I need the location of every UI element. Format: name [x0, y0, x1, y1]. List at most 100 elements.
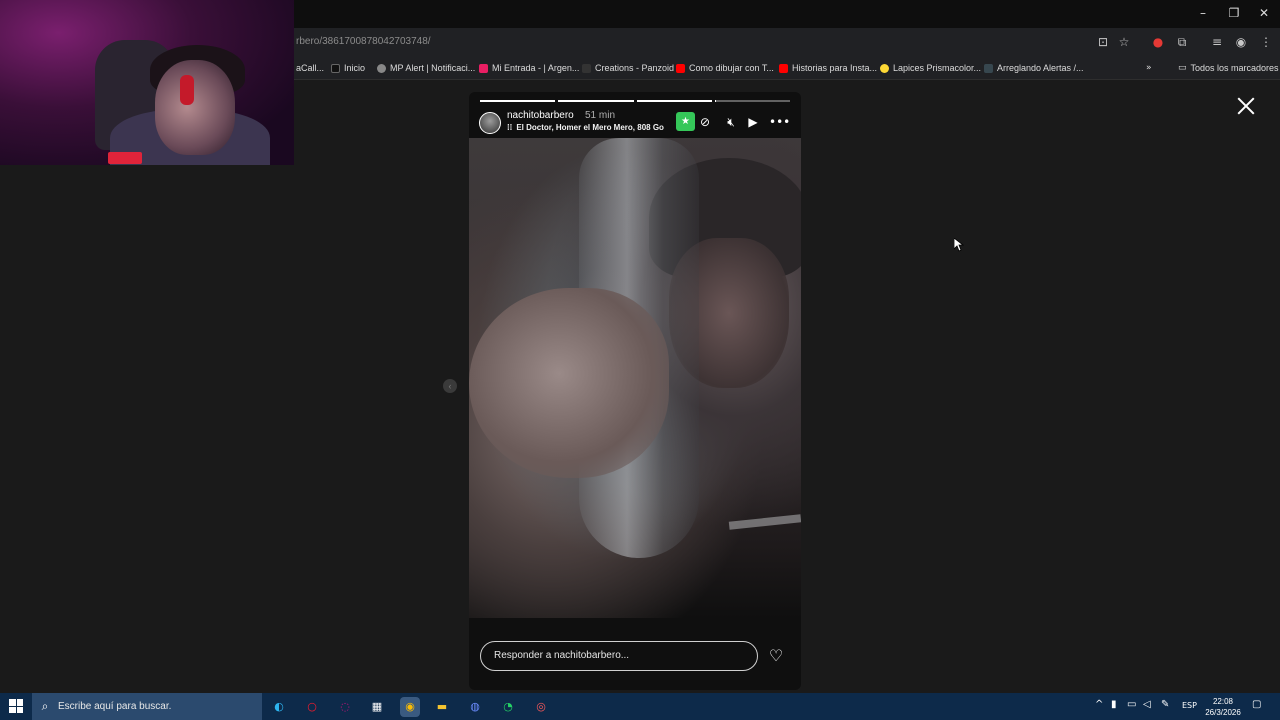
heart-icon[interactable]: ♡ [767, 647, 785, 665]
notifications-icon[interactable]: ▢ [1252, 699, 1261, 710]
screen: – ❐ ✕ rbero/3861700878042703748/ ⊡ ☆ ● ⧉… [0, 0, 1280, 720]
progress-fill [636, 100, 712, 102]
play-icon[interactable]: ▶ [745, 114, 761, 130]
progress-segment [636, 100, 712, 102]
taskbar-search[interactable]: ⌕ Escribe aquí para buscar. [32, 693, 262, 720]
bookmark-label: Como dibujar con T... [689, 63, 774, 73]
tray-overflow-icon[interactable]: ^ [1095, 699, 1103, 710]
file-explorer-icon[interactable]: ▬ [432, 697, 452, 717]
bookmark-item[interactable]: Inicio [331, 61, 365, 75]
ticket-icon [479, 63, 488, 73]
close-story-icon[interactable] [1234, 94, 1258, 118]
windows-start-icon[interactable] [9, 699, 23, 713]
muted-speaker-icon[interactable]: 🔇︎ [723, 114, 739, 130]
story-card[interactable]: nachitobarbero 51 min ⁞⁞ El Doctor, Home… [469, 92, 801, 690]
progress-segment [714, 100, 790, 102]
restore-button[interactable]: ❐ [1219, 4, 1249, 22]
bookmark-label: Creations - Panzoid [595, 63, 675, 73]
search-icon: ⌕ [41, 699, 49, 713]
extensions-icon[interactable]: ⧉ [1174, 34, 1190, 50]
bookmarks-overflow-icon[interactable]: » [1146, 61, 1152, 75]
microphone-icon[interactable]: ▮ [1111, 699, 1117, 710]
store-icon[interactable]: ▦ [367, 697, 387, 717]
progress-fill [558, 100, 634, 102]
more-options-icon[interactable]: ••• [769, 114, 790, 130]
bookmark-item[interactable]: Arreglando Alertas /... [984, 61, 1084, 75]
bookmark-label: Historias para Insta... [792, 63, 878, 73]
captions-off-icon[interactable]: ⊘ [697, 114, 713, 130]
edge-icon[interactable]: ◐ [269, 697, 289, 717]
progress-segment [480, 100, 556, 102]
webcam-headset [180, 75, 194, 105]
network-icon[interactable]: ▭ [1127, 699, 1136, 710]
bookmark-item[interactable]: MP Alert | Notificaci... [377, 61, 475, 75]
close-window-button[interactable]: ✕ [1249, 4, 1279, 22]
previous-story-button[interactable]: ‹ [443, 379, 457, 393]
bookmark-item[interactable]: Historias para Insta... [779, 61, 877, 75]
story-photo-hand [469, 288, 669, 478]
story-photo-stripe [728, 514, 801, 530]
bookmarks-folder[interactable]: ▭ Todos los marcadores [1178, 61, 1279, 75]
url-text[interactable]: rbero/3861700878042703748/ [296, 36, 431, 47]
story-header: nachitobarbero 51 min ⁞⁞ El Doctor, Home… [479, 108, 795, 138]
reply-input[interactable]: Responder a nachitobarbero... [480, 641, 758, 671]
bookmark-item[interactable]: aCall... [296, 61, 324, 75]
bookmark-label: Arreglando Alertas /... [997, 63, 1084, 73]
volume-icon[interactable]: ◁ [1143, 699, 1151, 710]
youtube-icon [779, 63, 788, 73]
bookmark-item[interactable]: Como dibujar con T... [676, 61, 774, 75]
music-bars-icon: ⁞⁞ [507, 123, 513, 132]
webcam-overlay [0, 0, 294, 165]
bookmark-item[interactable]: Lapices Prismacolor... [880, 61, 981, 75]
music-label: El Doctor, Homer el Mero Mero, 808 Go [516, 123, 664, 132]
youtube-icon [676, 63, 685, 73]
clock-date: 26/3/2026 [1205, 708, 1241, 717]
language-indicator[interactable]: ESP [1182, 701, 1197, 710]
whatsapp-icon[interactable]: ◔ [498, 697, 518, 717]
mp-alert-icon [377, 63, 386, 73]
bookmarks-folder-label: Todos los marcadores [1190, 63, 1279, 73]
clock[interactable]: 22:08 26/3/2026 [1202, 696, 1244, 718]
webcam-light [108, 152, 142, 164]
story-time: 51 min [585, 110, 616, 121]
alert-icon [984, 63, 993, 73]
taskbar: ⌕ Escribe aquí para buscar. ◐ ○ ◌ ▦ ◉ ▬ … [0, 693, 1280, 720]
pencil-icon [880, 63, 889, 73]
obs-icon[interactable]: ◎ [531, 697, 551, 717]
folder-icon: ▭ [1178, 63, 1187, 73]
install-app-icon[interactable]: ⊡ [1095, 34, 1111, 50]
avatar[interactable] [479, 112, 501, 134]
minimize-button[interactable]: – [1188, 4, 1218, 22]
search-placeholder: Escribe aquí para buscar. [58, 701, 172, 712]
media-control-icon[interactable]: ≡ [1209, 34, 1225, 50]
profile-avatar-icon[interactable]: ◉ [1233, 34, 1249, 50]
chrome-icon[interactable]: ◉ [400, 697, 420, 717]
story-progress-bar [480, 100, 790, 102]
bookmark-label: Lapices Prismacolor... [893, 63, 982, 73]
progress-segment [558, 100, 634, 102]
scrollbar[interactable] [1272, 81, 1280, 693]
opera-extension-icon[interactable]: ● [1150, 34, 1166, 50]
x-icon [331, 63, 340, 73]
progress-fill [480, 100, 556, 102]
pen-icon[interactable]: ✎ [1161, 699, 1169, 710]
bookmark-item[interactable]: Mi Entrada - | Argen... [479, 61, 579, 75]
bookmark-item[interactable]: Creations - Panzoid [582, 61, 674, 75]
menu-dots-icon[interactable]: ⋮ [1258, 34, 1274, 50]
bookmark-label: Mi Entrada - | Argen... [492, 63, 580, 73]
bookmark-label: MP Alert | Notificaci... [390, 63, 476, 73]
webcam-face [155, 60, 235, 155]
bookmark-label: aCall... [296, 63, 325, 73]
opera-icon[interactable]: ○ [302, 697, 322, 717]
close-friends-star-icon: ★ [676, 112, 695, 131]
clock-time: 22:08 [1212, 697, 1234, 706]
story-media [469, 138, 801, 618]
bookmark-star-icon[interactable]: ☆ [1116, 34, 1132, 50]
progress-fill [714, 100, 717, 102]
story-viewer: ‹ nachitobarbero 51 min ⁞⁞ El Doctor, Ho… [0, 81, 1280, 693]
story-username[interactable]: nachitobarbero [507, 110, 574, 121]
panzoid-icon [582, 63, 591, 73]
discord-icon[interactable]: ◍ [465, 697, 485, 717]
opera-gx-icon[interactable]: ◌ [335, 697, 355, 717]
story-music[interactable]: ⁞⁞ El Doctor, Homer el Mero Mero, 808 Go [507, 123, 664, 132]
